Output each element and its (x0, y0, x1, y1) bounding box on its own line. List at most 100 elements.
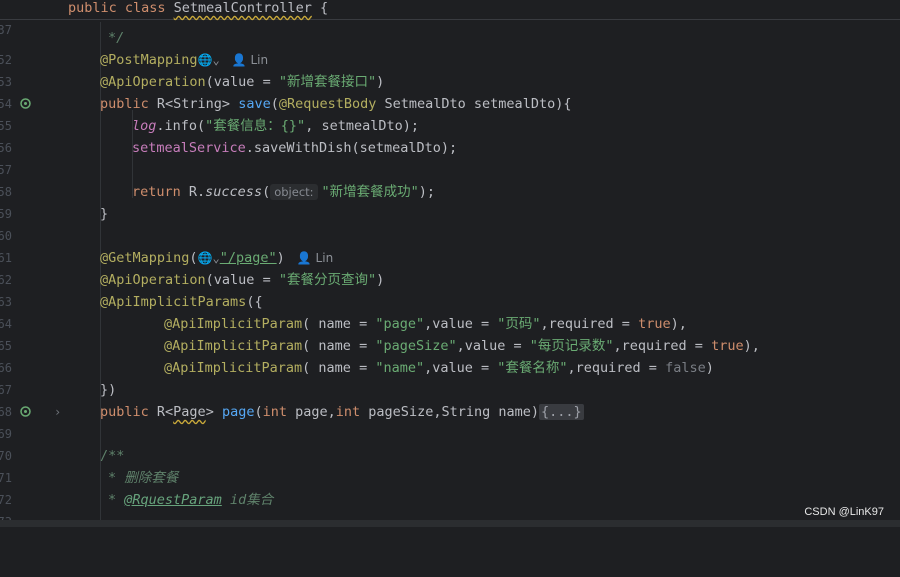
doc-comment: */ (108, 30, 125, 46)
method-name: page (221, 404, 255, 420)
code-line[interactable]: 60 } (0, 203, 900, 243)
string-literal: "套餐名称" (497, 360, 568, 376)
code-text: R. (188, 184, 206, 200)
user-icon: 👤 (231, 53, 251, 67)
keyword: public class (68, 0, 174, 16)
code-line[interactable]: 53 @PostMapping🌐⌄ 👤 Lin (0, 49, 900, 89)
annotation: @ApiOperation (100, 272, 206, 288)
code-text: .info( (156, 118, 206, 134)
code-text: ( (254, 404, 263, 420)
doc-comment: * (108, 492, 125, 508)
fold-expand-icon[interactable]: › (54, 401, 61, 423)
string-literal: "name" (375, 360, 425, 376)
code-line[interactable]: 54 @ApiOperation(value = "新增套餐接口") (0, 71, 900, 111)
code-text: (value = (205, 74, 279, 90)
code-line[interactable]: 73 * @RquestParam id集合 (0, 489, 900, 529)
class-name: SetmealController (173, 0, 312, 16)
keyword: int (262, 404, 287, 420)
code-text: ( name = (302, 338, 376, 354)
code-text: ) (376, 272, 385, 288)
code-text: ( name = (302, 360, 376, 376)
code-line[interactable]: 65 @ApiImplicitParam( name = "page",valu… (0, 313, 900, 353)
code-text: ), (743, 338, 760, 354)
folded-code-block[interactable]: {...} (538, 404, 584, 420)
code-line[interactable]: 72 * 删除套餐 (0, 467, 900, 507)
class-name: Page (173, 404, 206, 420)
code-line[interactable]: 70 (0, 423, 900, 463)
code-text: ), (670, 316, 687, 332)
field-name: setmealService (132, 140, 246, 156)
doc-comment: /** (100, 448, 125, 464)
code-text: ) (276, 250, 285, 266)
static-method: success (205, 184, 263, 200)
method-name: save (238, 96, 271, 112)
code-line[interactable]: 61 (0, 225, 900, 265)
code-line[interactable]: 68 }) (0, 379, 900, 419)
annotation: @PostMapping (100, 52, 198, 68)
author-name: Lin (315, 251, 334, 265)
chevron-down-icon[interactable]: ⌄ (213, 251, 220, 265)
author-name: Lin (250, 53, 269, 67)
string-literal: "套餐分页查询" (278, 272, 377, 288)
keyword-default-value: false (665, 360, 706, 376)
code-text: pageSize,String name) (360, 404, 539, 420)
globe-icon[interactable]: 🌐 (198, 251, 213, 265)
endpoint-gutter-icon[interactable] (20, 98, 31, 109)
code-text: ,value = (456, 338, 530, 354)
code-text: ) (705, 360, 714, 376)
string-literal[interactable]: "/page" (220, 250, 277, 266)
code-line[interactable]: 55 public R<String> save(@RequestBody Se… (0, 93, 900, 133)
author-hint[interactable]: 👤 Lin (297, 251, 333, 265)
annotation: @ApiImplicitParams (100, 294, 247, 310)
string-literal: "新增套餐接口" (278, 74, 377, 90)
code-line[interactable]: 52 */ (0, 27, 900, 67)
code-text: ( name = (302, 316, 376, 332)
code-text: ,required = (567, 360, 666, 376)
code-text: ,value = (424, 360, 498, 376)
code-line[interactable]: 71 /** (0, 445, 900, 485)
user-icon: 👤 (296, 251, 316, 265)
author-hint[interactable]: 👤 Lin (232, 53, 268, 67)
code-editor[interactable]: 37 public class SetmealController { 52 *… (0, 0, 900, 529)
code-line[interactable]: 59 return R.success(object: "新增套餐成功"); (0, 181, 900, 221)
keyword: true (638, 316, 671, 332)
code-line[interactable]: 69 › public R<Page> page(int page,int pa… (0, 401, 900, 441)
string-literal: "pageSize" (375, 338, 457, 354)
watermark: CSDN @LinK97 (804, 506, 884, 518)
code-text: page, (287, 404, 336, 420)
code-text: ); (418, 184, 436, 200)
annotation: @ApiImplicitParam (164, 338, 303, 354)
code-line[interactable]: 66 @ApiImplicitParam( name = "pageSize",… (0, 335, 900, 375)
code-line[interactable]: 58 (0, 159, 900, 199)
keyword: public (100, 96, 157, 112)
code-text: (value = (205, 272, 279, 288)
annotation: @ApiImplicitParam (164, 360, 303, 376)
code-text: R< (156, 404, 174, 420)
endpoint-gutter-icon[interactable] (20, 406, 31, 417)
code-text: ,required = (613, 338, 712, 354)
code-text: } (100, 206, 109, 222)
doc-comment: id集合 (221, 492, 274, 508)
code-text: ( (262, 184, 271, 200)
code-text: ,value = (424, 316, 498, 332)
code-text: }) (100, 382, 117, 398)
sticky-class-header[interactable]: 37 public class SetmealController { (0, 0, 900, 37)
chevron-down-icon[interactable]: ⌄ (213, 53, 220, 67)
code-line[interactable]: 64 @ApiImplicitParams({ (0, 291, 900, 331)
code-text: ( (189, 250, 198, 266)
keyword: true (711, 338, 744, 354)
annotation: @ApiOperation (100, 74, 206, 90)
code-text: ({ (246, 294, 263, 310)
string-literal: "page" (375, 316, 425, 332)
code-line[interactable]: 57 setmealService.saveWithDish(setmealDt… (0, 137, 900, 177)
code-line[interactable]: 56 log.info("套餐信息：{}", setmealDto); (0, 115, 900, 155)
code-line[interactable]: 62 @GetMapping(🌐⌄"/page") 👤 Lin (0, 247, 900, 287)
code-line[interactable]: 67 @ApiImplicitParam( name = "name",valu… (0, 357, 900, 397)
code-text: .saveWithDish(setmealDto); (245, 140, 458, 156)
horizontal-scrollbar[interactable] (0, 520, 900, 527)
string-literal: "页码" (497, 316, 541, 332)
globe-icon[interactable]: 🌐 (198, 53, 213, 67)
code-text: R<String> (156, 96, 239, 112)
code-line[interactable]: 63 @ApiOperation(value = "套餐分页查询") (0, 269, 900, 309)
code-text: ,required = (540, 316, 639, 332)
